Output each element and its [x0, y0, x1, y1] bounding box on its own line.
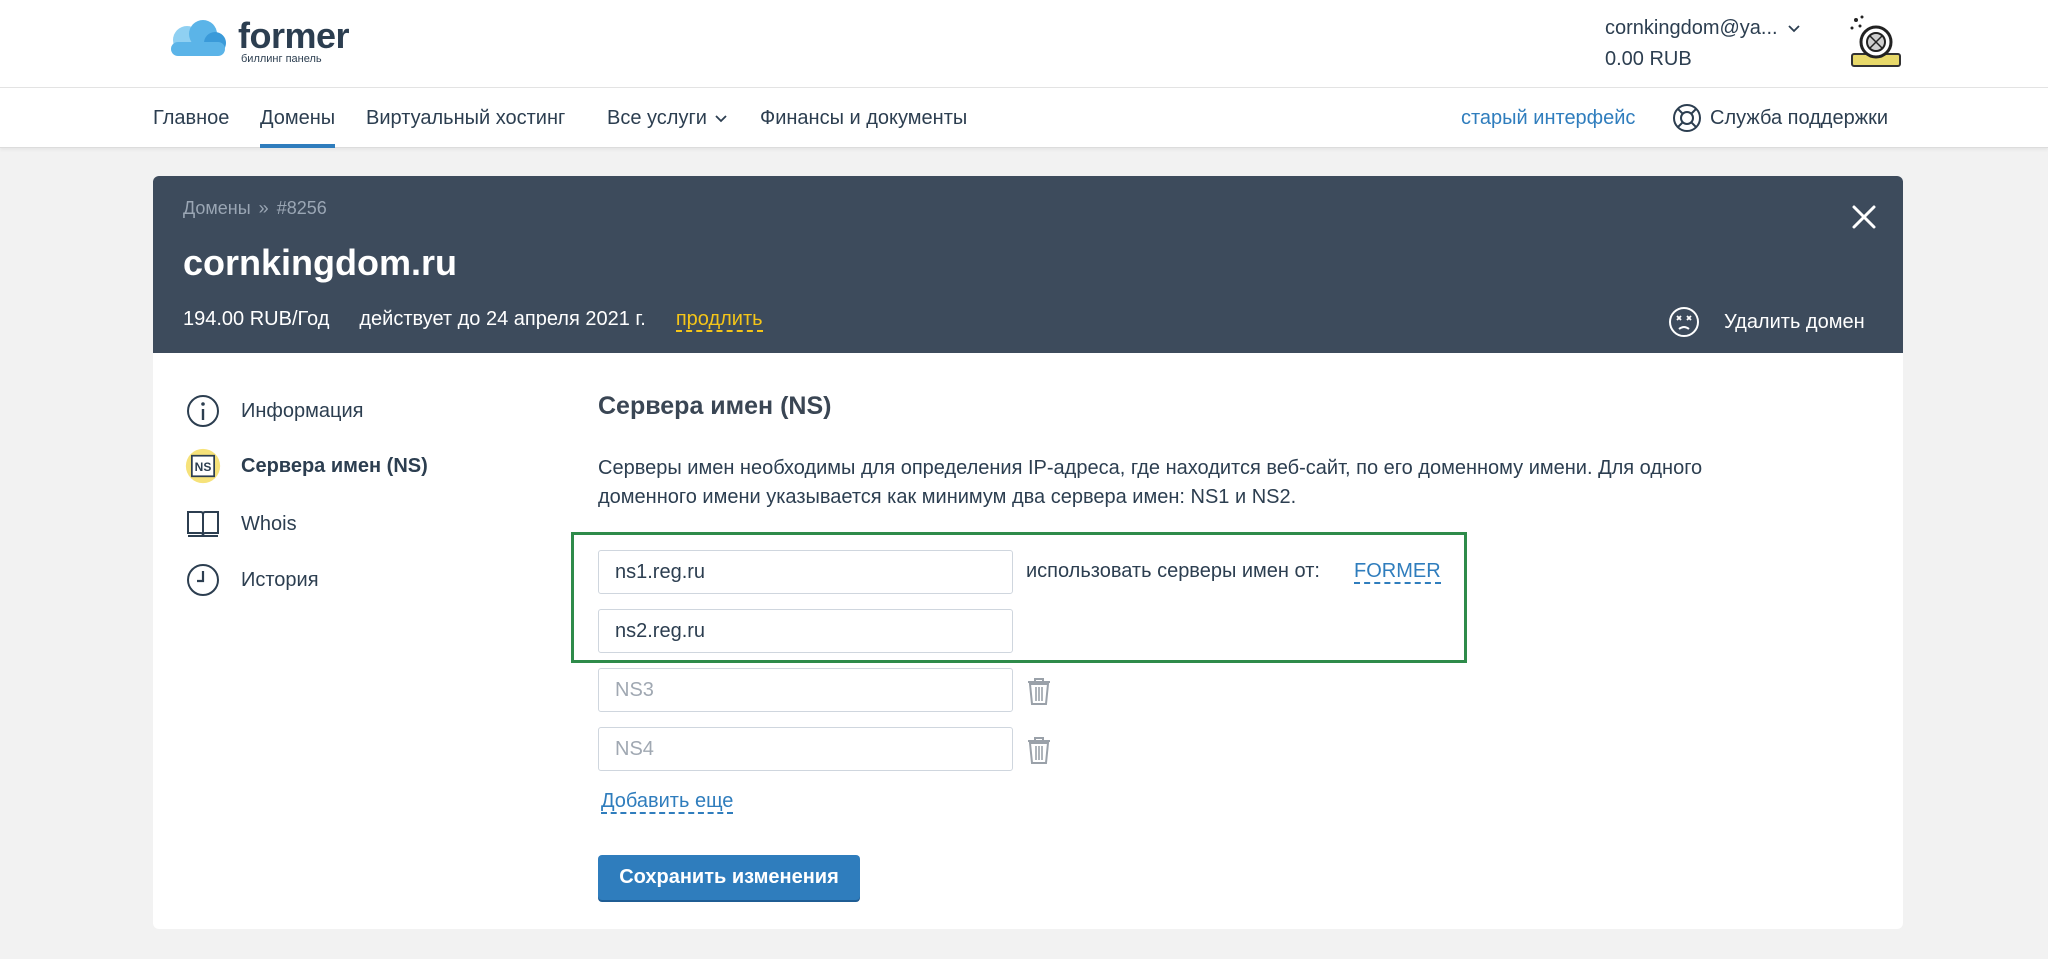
breadcrumb: Домены » #8256 — [183, 198, 327, 219]
breadcrumb-domains[interactable]: Домены — [183, 198, 251, 218]
save-button[interactable]: Сохранить изменения — [598, 855, 860, 900]
ns1-input[interactable] — [598, 550, 1013, 594]
add-more-link[interactable]: Добавить еще — [601, 790, 734, 814]
brand-subtitle: биллинг панель — [241, 53, 322, 65]
nav-item-finance[interactable]: Финансы и документы — [760, 88, 967, 148]
info-icon — [185, 393, 221, 429]
sidebar-item-label: Сервера имен (NS) — [241, 454, 428, 477]
ns-icon: NS — [185, 448, 221, 484]
sidebar-item-label: Информация — [241, 399, 364, 422]
use-former-ns-link[interactable]: FORMER — [1354, 560, 1441, 584]
renew-link[interactable]: продлить — [675, 308, 763, 332]
chevron-down-icon — [715, 115, 727, 122]
nav-item-main[interactable]: Главное — [153, 88, 229, 148]
sidebar-item-history[interactable]: История — [185, 562, 319, 598]
account-email-row: cornkingdom@ya... — [1605, 17, 1800, 40]
clock-icon — [185, 562, 221, 598]
account-balance: 0.00 RUB — [1605, 48, 1692, 70]
sidebar-item-info[interactable]: Информация — [185, 393, 363, 429]
nav-item-all-services-label: Все услуги — [607, 107, 707, 129]
domain-header: Домены » #8256 cornkingdom.ru 194.00 RUB/Г… — [153, 176, 1903, 353]
trash-icon[interactable] — [1026, 735, 1052, 765]
main-nav: Главное Домены Виртуальный хостинг Все у… — [0, 88, 2048, 148]
support-link[interactable]: Служба поддержки — [1672, 88, 1888, 148]
brand-name: former — [238, 15, 350, 56]
ns2-input[interactable] — [598, 609, 1013, 653]
domain-meta: 194.00 RUB/Год действует до 24 апреля 20… — [183, 308, 763, 332]
section-title: Сервера имен (NS) — [598, 392, 832, 420]
former-logo[interactable]: former биллинг панель — [165, 15, 365, 68]
account-email: cornkingdom@ya... — [1605, 17, 1778, 39]
domain-card: Домены » #8256 cornkingdom.ru 194.00 RUB/Г… — [153, 176, 1903, 929]
svg-text:NS: NS — [195, 460, 212, 474]
nav-item-all-services[interactable]: Все услуги — [607, 88, 727, 148]
page-title: cornkingdom.ru — [183, 242, 458, 283]
ns3-input[interactable] — [598, 668, 1013, 712]
top-header: former биллинг панель cornkingdom@ya... … — [0, 0, 2048, 88]
nav-item-hosting[interactable]: Виртуальный хостинг — [366, 88, 565, 148]
sidebar-item-whois[interactable]: Whois — [185, 506, 297, 542]
close-icon[interactable] — [1849, 202, 1879, 232]
domain-price: 194.00 RUB/Год — [183, 308, 330, 330]
account-menu[interactable]: cornkingdom@ya... 0.00 RUB — [1605, 17, 1800, 71]
lifebuoy-icon — [1673, 104, 1701, 132]
trash-icon[interactable] — [1026, 676, 1052, 706]
old-interface-link[interactable]: старый интерфейс — [1461, 88, 1635, 148]
use-ns-label: использовать серверы имен от: — [1026, 560, 1320, 582]
sidebar-item-ns[interactable]: NS Сервера имен (NS) — [185, 448, 428, 484]
cloud-logo-icon — [171, 20, 226, 56]
chevron-down-icon — [1787, 24, 1800, 32]
delete-domain-label: Удалить домен — [1724, 310, 1865, 333]
breadcrumb-separator: » — [258, 198, 269, 218]
sad-face-icon — [1669, 307, 1699, 337]
ns-description: Серверы имен необходимы для определения … — [598, 457, 1703, 508]
nav-item-domains[interactable]: Домены — [260, 88, 336, 148]
avatar[interactable] — [1848, 14, 1904, 70]
support-label: Служба поддержки — [1710, 107, 1889, 129]
sidebar-item-label: Whois — [241, 512, 297, 535]
book-icon — [185, 506, 221, 542]
breadcrumb-id: #8256 — [276, 198, 327, 218]
ns4-input[interactable] — [598, 727, 1013, 771]
sidebar-item-label: История — [241, 568, 319, 591]
delete-domain-button[interactable]: Удалить домен — [1668, 306, 1865, 338]
domain-valid-until: действует до 24 апреля 2021 г. — [359, 308, 646, 330]
